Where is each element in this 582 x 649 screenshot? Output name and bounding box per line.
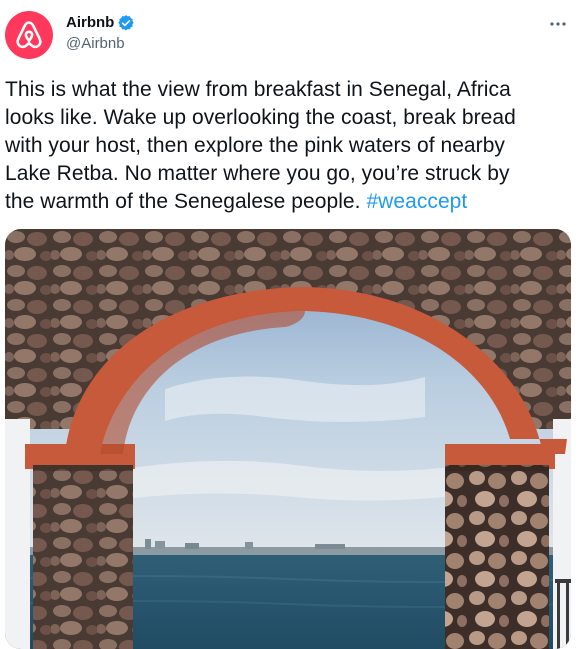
tweet-photo[interactable] <box>5 229 571 649</box>
verified-badge-icon <box>118 15 134 31</box>
hashtag-link[interactable]: #weaccept <box>366 190 467 213</box>
tweet-card: Airbnb @Airbnb This is what the view fro… <box>0 0 582 649</box>
tweet-text: This is what the view from breakfast in … <box>5 76 573 216</box>
photo-stone-arch-sea-view <box>5 229 571 649</box>
airbnb-logo-icon <box>16 21 42 49</box>
handle[interactable]: @Airbnb <box>66 34 125 54</box>
avatar[interactable] <box>5 11 53 59</box>
more-horizontal-icon <box>550 22 566 26</box>
tweet-header: Airbnb @Airbnb <box>0 0 582 70</box>
more-options-button[interactable] <box>544 12 572 36</box>
name-row: Airbnb <box>66 13 135 33</box>
display-name[interactable]: Airbnb <box>66 13 114 33</box>
